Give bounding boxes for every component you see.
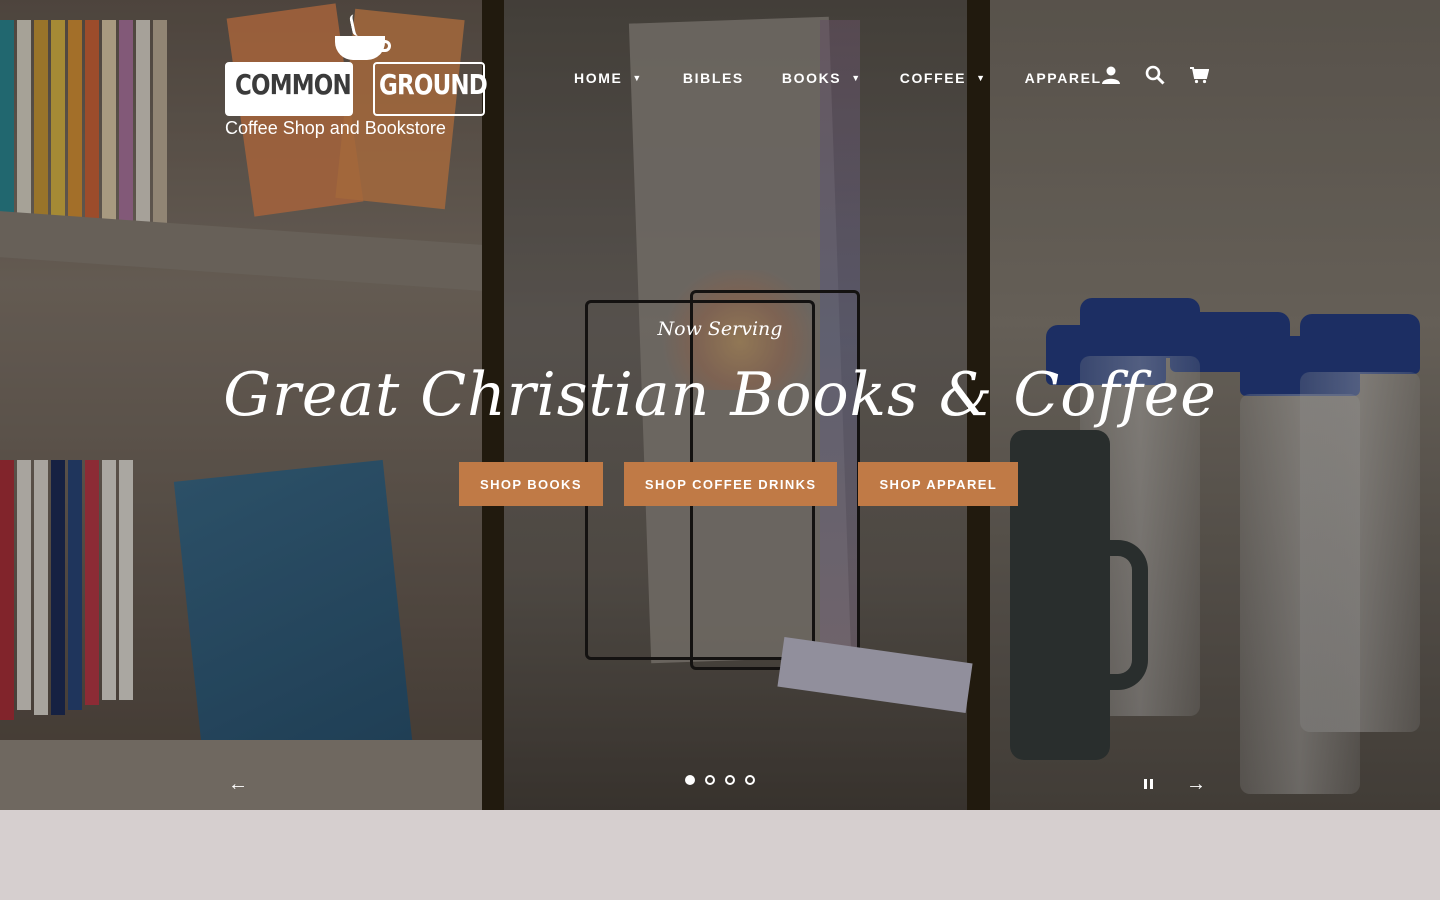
nav-item-label: HOME	[574, 70, 623, 86]
coffee-cup-handle-icon	[377, 40, 391, 52]
slide-dot[interactable]	[685, 775, 695, 785]
site-logo[interactable]: COMMON GROUND Coffee Shop and Bookstore	[225, 13, 488, 140]
page-below-hero	[0, 810, 1440, 900]
nav-item-label: COFFEE	[899, 70, 967, 86]
nav-item-label: BIBLES	[682, 70, 744, 86]
slide-dots	[685, 775, 755, 785]
hero-title: Great Christian Books & Coffee	[223, 360, 1217, 430]
hero-slideshow: COMMON GROUND Coffee Shop and Bookstore …	[0, 0, 1440, 810]
hero-subtitle: Now Serving	[657, 318, 783, 340]
hero-buttons: SHOP BOOKS SHOP COFFEE DRINKS SHOP APPAR…	[459, 462, 1019, 506]
main-nav: HOME ▼ BIBLES BOOKS ▼ COFFEE ▼ APPAREL	[574, 66, 1102, 90]
slide-next-arrow-icon[interactable]: →	[1183, 772, 1209, 796]
nav-item-label: APPAREL	[1024, 70, 1102, 86]
pause-icon[interactable]	[1140, 776, 1156, 792]
slide-dot[interactable]	[725, 775, 735, 785]
nav-item-apparel[interactable]: APPAREL	[1025, 66, 1102, 90]
steam-icon	[348, 13, 364, 37]
caret-down-icon: ▼	[851, 73, 862, 83]
logo-tagline: Coffee Shop and Bookstore	[225, 118, 446, 138]
slide-dot[interactable]	[705, 775, 715, 785]
logo-word-common: COMMON	[235, 68, 352, 101]
account-icon[interactable]	[1100, 64, 1122, 86]
header-icons	[1100, 64, 1210, 86]
slide-dot[interactable]	[745, 775, 755, 785]
nav-item-home[interactable]: HOME ▼	[574, 66, 643, 90]
caret-down-icon: ▼	[632, 73, 643, 83]
caret-down-icon: ▼	[976, 73, 987, 83]
slide-prev-arrow-icon[interactable]: ←	[225, 772, 251, 796]
cart-icon[interactable]	[1188, 64, 1210, 86]
nav-item-label: BOOKS	[781, 70, 842, 86]
nav-item-coffee[interactable]: COFFEE ▼	[900, 66, 987, 90]
nav-item-bibles[interactable]: BIBLES	[683, 66, 744, 90]
shop-books-button[interactable]: SHOP BOOKS	[459, 462, 603, 506]
shop-coffee-drinks-button[interactable]: SHOP COFFEE DRINKS	[623, 462, 838, 506]
search-icon[interactable]	[1144, 64, 1166, 86]
nav-item-books[interactable]: BOOKS ▼	[782, 66, 862, 90]
shop-apparel-button[interactable]: SHOP APPAREL	[858, 462, 1019, 506]
logo-word-ground: GROUND	[379, 68, 488, 101]
